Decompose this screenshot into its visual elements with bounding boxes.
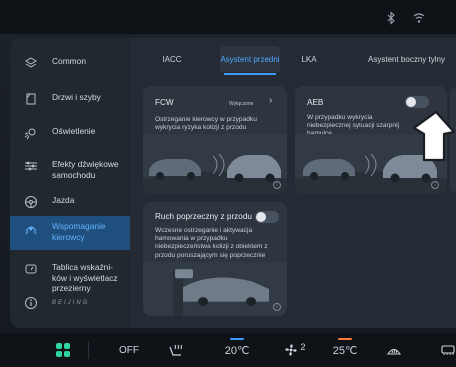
card-description: Wczesne ostrzeganie i aktywacja hamowani… xyxy=(155,227,268,259)
tab-bar: IACC Asystent przedni LKA Asystent boczn… xyxy=(132,46,456,75)
card-title: AEB xyxy=(307,98,324,107)
fan-level: 2 xyxy=(300,342,306,352)
car-illustration xyxy=(143,134,287,194)
passenger-temp-indicator xyxy=(338,338,352,340)
passenger-temp-value: 25℃ xyxy=(332,344,358,357)
sidebar: Common Drzwi i szyby Oświetlenie Efekty … xyxy=(10,38,130,328)
sidebar-item-driver-assist[interactable]: Wspomaganie kierowcy xyxy=(10,216,130,250)
driver-temp-indicator xyxy=(230,338,244,340)
sidebar-footer: BEIJING xyxy=(10,296,130,310)
tab-front-assist[interactable]: Asystent przedni xyxy=(220,46,280,75)
sidebar-item-label: Common xyxy=(52,56,86,66)
passenger-temp-control[interactable]: 25℃ xyxy=(330,333,360,367)
door-icon xyxy=(24,92,38,106)
equalizer-icon xyxy=(24,159,38,173)
sidebar-item-label: Drzwi i szyby xyxy=(52,92,101,102)
tab-rear-side-assist[interactable]: Asystent boczny tylny xyxy=(357,46,456,72)
sidebar-item-label: Oświetlenie xyxy=(52,126,96,136)
car-illustration xyxy=(143,262,287,316)
seat-heat-icon[interactable] xyxy=(166,333,186,367)
tab-lka[interactable]: LKA xyxy=(294,46,324,72)
divider xyxy=(88,341,89,359)
fan-icon xyxy=(285,344,298,356)
layers-icon xyxy=(24,56,38,70)
cross-traffic-toggle[interactable] xyxy=(255,211,279,223)
info-icon[interactable]: i xyxy=(273,181,281,189)
apps-icon[interactable] xyxy=(52,333,74,367)
sidebar-item-label: Tablica wskaźni-ków i wyświetlacz przezi… xyxy=(52,262,118,293)
sidebar-item-label: Efekty dźwiękowe samochodu xyxy=(52,159,119,180)
card-description: Ostrzeganie kierowcy w przypadku wykryci… xyxy=(155,116,257,132)
sidebar-item-sound-effects[interactable]: Efekty dźwiękowe samochodu xyxy=(10,159,130,180)
card-title: FCW xyxy=(155,98,174,107)
gauge-icon xyxy=(24,262,38,276)
sidebar-item-instrument-cluster[interactable]: Tablica wskaźni-ków i wyświetlacz przezi… xyxy=(10,262,130,294)
rear-defrost-icon[interactable] xyxy=(440,333,456,367)
status-text: Wyłączone xyxy=(229,101,254,107)
sidebar-item-label: Jazda xyxy=(52,195,75,205)
screen: Common Drzwi i szyby Oświetlenie Efekty … xyxy=(0,0,456,367)
front-defrost-icon[interactable] xyxy=(384,333,404,367)
front-cross-traffic-card[interactable]: Ruch poprzeczny z przodu Wczesne ostrzeg… xyxy=(143,202,287,316)
aeb-toggle[interactable] xyxy=(405,96,429,108)
card-title: Ruch poprzeczny z przodu xyxy=(155,212,252,221)
climate-off-button[interactable]: OFF xyxy=(112,333,146,367)
sidebar-item-label: Wspomaganie kierowcy xyxy=(52,221,106,242)
info-icon[interactable]: i xyxy=(431,181,439,189)
fcw-card[interactable]: FCW Wyłączone › Ostrzeganie kierowcy w p… xyxy=(143,86,287,194)
info-icon[interactable] xyxy=(24,296,38,310)
settings-panel: Common Drzwi i szyby Oświetlenie Efekty … xyxy=(10,38,456,328)
driver-assist-icon xyxy=(24,221,38,235)
sidebar-item-doors-windows[interactable]: Drzwi i szyby xyxy=(10,92,130,106)
light-icon xyxy=(24,126,38,140)
status-bar xyxy=(0,0,456,34)
sidebar-item-lighting[interactable]: Oświetlenie xyxy=(10,126,130,140)
brand-logo: BEIJING xyxy=(52,300,90,306)
steering-wheel-icon xyxy=(24,195,38,209)
tab-iacc[interactable]: IACC xyxy=(152,46,192,72)
info-icon[interactable]: i xyxy=(273,303,281,311)
pointer-arrow-icon xyxy=(412,110,456,162)
driver-temp-control[interactable]: 20℃ xyxy=(222,333,252,367)
driver-temp-value: 20℃ xyxy=(224,344,250,357)
sidebar-item-common[interactable]: Common xyxy=(10,56,130,70)
sidebar-item-driving[interactable]: Jazda xyxy=(10,195,130,209)
chevron-right-icon: › xyxy=(269,95,273,106)
fan-speed-control[interactable]: 2 xyxy=(280,333,310,367)
wifi-icon xyxy=(412,11,426,25)
bluetooth-icon xyxy=(384,11,398,25)
climate-bar: OFF 20℃ 2 25℃ xyxy=(0,333,456,367)
